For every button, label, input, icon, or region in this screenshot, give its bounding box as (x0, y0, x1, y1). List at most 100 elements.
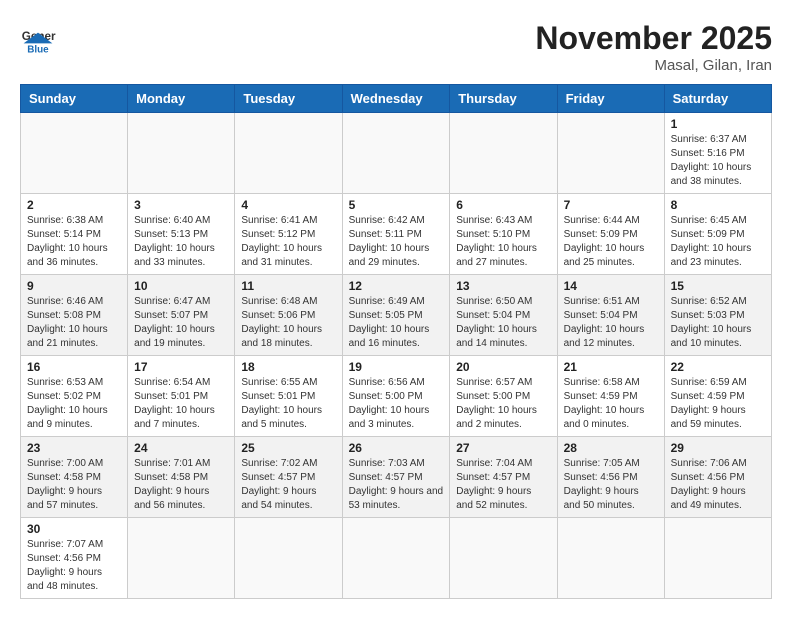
day-info: Sunrise: 6:52 AM Sunset: 5:03 PM Dayligh… (671, 295, 765, 351)
calendar-cell: 27 Sunrise: 7:04 AM Sunset: 4:57 PM Dayli… (450, 437, 557, 518)
calendar-week-1: 1 Sunrise: 6:37 AM Sunset: 5:16 PM Daylig… (21, 113, 772, 194)
calendar-cell: 25 Sunrise: 7:02 AM Sunset: 4:57 PM Dayli… (235, 437, 342, 518)
day-info: Sunrise: 6:38 AM Sunset: 5:14 PM Dayligh… (27, 214, 121, 270)
calendar-cell: 6 Sunrise: 6:43 AM Sunset: 5:10 PM Daylig… (450, 194, 557, 275)
day-info: Sunrise: 6:40 AM Sunset: 5:13 PM Dayligh… (134, 214, 228, 270)
calendar-cell: 11 Sunrise: 6:48 AM Sunset: 5:06 PM Dayli… (235, 275, 342, 356)
page-header: General Blue November 2025 Masal, Gilan,… (20, 20, 772, 74)
calendar-cell: 21 Sunrise: 6:58 AM Sunset: 4:59 PM Dayli… (557, 356, 664, 437)
day-info: Sunrise: 6:50 AM Sunset: 5:04 PM Dayligh… (456, 295, 550, 351)
calendar-cell: 12 Sunrise: 6:49 AM Sunset: 5:05 PM Dayli… (342, 275, 450, 356)
day-info: Sunrise: 7:02 AM Sunset: 4:57 PM Dayligh… (241, 457, 335, 513)
day-number: 17 (134, 360, 228, 374)
calendar-cell: 2 Sunrise: 6:38 AM Sunset: 5:14 PM Daylig… (21, 194, 128, 275)
day-number: 21 (564, 360, 658, 374)
col-header-saturday: Saturday (664, 85, 771, 113)
day-info: Sunrise: 6:58 AM Sunset: 4:59 PM Dayligh… (564, 376, 658, 432)
location-title: Masal, Gilan, Iran (535, 57, 772, 74)
calendar-cell: 24 Sunrise: 7:01 AM Sunset: 4:58 PM Dayli… (128, 437, 235, 518)
day-info: Sunrise: 6:55 AM Sunset: 5:01 PM Dayligh… (241, 376, 335, 432)
day-number: 24 (134, 441, 228, 455)
day-number: 15 (671, 279, 765, 293)
col-header-sunday: Sunday (21, 85, 128, 113)
day-info: Sunrise: 7:01 AM Sunset: 4:58 PM Dayligh… (134, 457, 228, 513)
calendar-week-4: 16Sunrise: 6:53 AM Sunset: 5:02 PM Dayli… (21, 356, 772, 437)
calendar-cell (342, 113, 450, 194)
calendar-cell (235, 113, 342, 194)
day-number: 6 (456, 198, 550, 212)
day-info: Sunrise: 6:57 AM Sunset: 5:00 PM Dayligh… (456, 376, 550, 432)
day-number: 23 (27, 441, 121, 455)
calendar-cell: 22 Sunrise: 6:59 AM Sunset: 4:59 PM Dayli… (664, 356, 771, 437)
day-info: Sunrise: 6:48 AM Sunset: 5:06 PM Dayligh… (241, 295, 335, 351)
day-number: 29 (671, 441, 765, 455)
logo-icon: General Blue (20, 20, 56, 56)
day-number: 28 (564, 441, 658, 455)
day-info: Sunrise: 6:45 AM Sunset: 5:09 PM Dayligh… (671, 214, 765, 270)
calendar-cell: 5 Sunrise: 6:42 AM Sunset: 5:11 PM Daylig… (342, 194, 450, 275)
calendar-header-row: SundayMondayTuesdayWednesdayThursdayFrid… (21, 85, 772, 113)
day-info: Sunrise: 6:44 AM Sunset: 5:09 PM Dayligh… (564, 214, 658, 270)
col-header-wednesday: Wednesday (342, 85, 450, 113)
calendar-cell (557, 113, 664, 194)
calendar-cell: 23 Sunrise: 7:00 AM Sunset: 4:58 PM Dayli… (21, 437, 128, 518)
calendar-cell: 13 Sunrise: 6:50 AM Sunset: 5:04 PM Dayli… (450, 275, 557, 356)
day-info: Sunrise: 6:47 AM Sunset: 5:07 PM Dayligh… (134, 295, 228, 351)
day-info: Sunrise: 6:59 AM Sunset: 4:59 PM Dayligh… (671, 376, 765, 432)
day-number: 20 (456, 360, 550, 374)
day-number: 25 (241, 441, 335, 455)
calendar-cell: 20 Sunrise: 6:57 AM Sunset: 5:00 PM Dayli… (450, 356, 557, 437)
day-number: 8 (671, 198, 765, 212)
calendar-cell (557, 518, 664, 599)
calendar-cell (664, 518, 771, 599)
day-info: Sunrise: 7:07 AM Sunset: 4:56 PM Dayligh… (27, 538, 121, 594)
day-info: Sunrise: 6:54 AM Sunset: 5:01 PM Dayligh… (134, 376, 228, 432)
calendar-cell: 10 Sunrise: 6:47 AM Sunset: 5:07 PM Dayli… (128, 275, 235, 356)
day-number: 19 (349, 360, 444, 374)
day-number: 18 (241, 360, 335, 374)
day-number: 13 (456, 279, 550, 293)
day-number: 1 (671, 117, 765, 131)
calendar-cell: 1 Sunrise: 6:37 AM Sunset: 5:16 PM Daylig… (664, 113, 771, 194)
day-number: 2 (27, 198, 121, 212)
calendar-cell: 14Sunrise: 6:51 AM Sunset: 5:04 PM Dayli… (557, 275, 664, 356)
calendar-cell: 18 Sunrise: 6:55 AM Sunset: 5:01 PM Dayli… (235, 356, 342, 437)
day-info: Sunrise: 7:04 AM Sunset: 4:57 PM Dayligh… (456, 457, 550, 513)
calendar-table: SundayMondayTuesdayWednesdayThursdayFrid… (20, 84, 772, 599)
calendar-cell: 4 Sunrise: 6:41 AM Sunset: 5:12 PM Daylig… (235, 194, 342, 275)
title-area: November 2025 Masal, Gilan, Iran (535, 20, 772, 74)
day-number: 10 (134, 279, 228, 293)
day-number: 30 (27, 522, 121, 536)
day-info: Sunrise: 6:56 AM Sunset: 5:00 PM Dayligh… (349, 376, 444, 432)
calendar-cell: 7 Sunrise: 6:44 AM Sunset: 5:09 PM Daylig… (557, 194, 664, 275)
day-number: 4 (241, 198, 335, 212)
day-info: Sunrise: 6:43 AM Sunset: 5:10 PM Dayligh… (456, 214, 550, 270)
calendar-cell (450, 518, 557, 599)
col-header-tuesday: Tuesday (235, 85, 342, 113)
calendar-cell: 16Sunrise: 6:53 AM Sunset: 5:02 PM Dayli… (21, 356, 128, 437)
day-info: Sunrise: 6:41 AM Sunset: 5:12 PM Dayligh… (241, 214, 335, 270)
month-title: November 2025 (535, 20, 772, 57)
calendar-cell (235, 518, 342, 599)
calendar-cell (128, 518, 235, 599)
svg-text:Blue: Blue (27, 44, 49, 55)
day-info: Sunrise: 6:53 AM Sunset: 5:02 PM Dayligh… (27, 376, 121, 432)
calendar-cell: 19 Sunrise: 6:56 AM Sunset: 5:00 PM Dayli… (342, 356, 450, 437)
day-info: Sunrise: 7:00 AM Sunset: 4:58 PM Dayligh… (27, 457, 121, 513)
calendar-cell: 28Sunrise: 7:05 AM Sunset: 4:56 PM Dayli… (557, 437, 664, 518)
day-number: 22 (671, 360, 765, 374)
day-number: 27 (456, 441, 550, 455)
col-header-friday: Friday (557, 85, 664, 113)
calendar-cell (128, 113, 235, 194)
day-number: 12 (349, 279, 444, 293)
day-number: 5 (349, 198, 444, 212)
day-info: Sunrise: 6:42 AM Sunset: 5:11 PM Dayligh… (349, 214, 444, 270)
day-number: 11 (241, 279, 335, 293)
day-number: 7 (564, 198, 658, 212)
calendar-cell: 29Sunrise: 7:06 AM Sunset: 4:56 PM Dayli… (664, 437, 771, 518)
day-info: Sunrise: 6:49 AM Sunset: 5:05 PM Dayligh… (349, 295, 444, 351)
day-number: 3 (134, 198, 228, 212)
calendar-cell: 30 Sunrise: 7:07 AM Sunset: 4:56 PM Dayli… (21, 518, 128, 599)
calendar-week-5: 23 Sunrise: 7:00 AM Sunset: 4:58 PM Dayli… (21, 437, 772, 518)
day-info: Sunrise: 6:37 AM Sunset: 5:16 PM Dayligh… (671, 133, 765, 189)
